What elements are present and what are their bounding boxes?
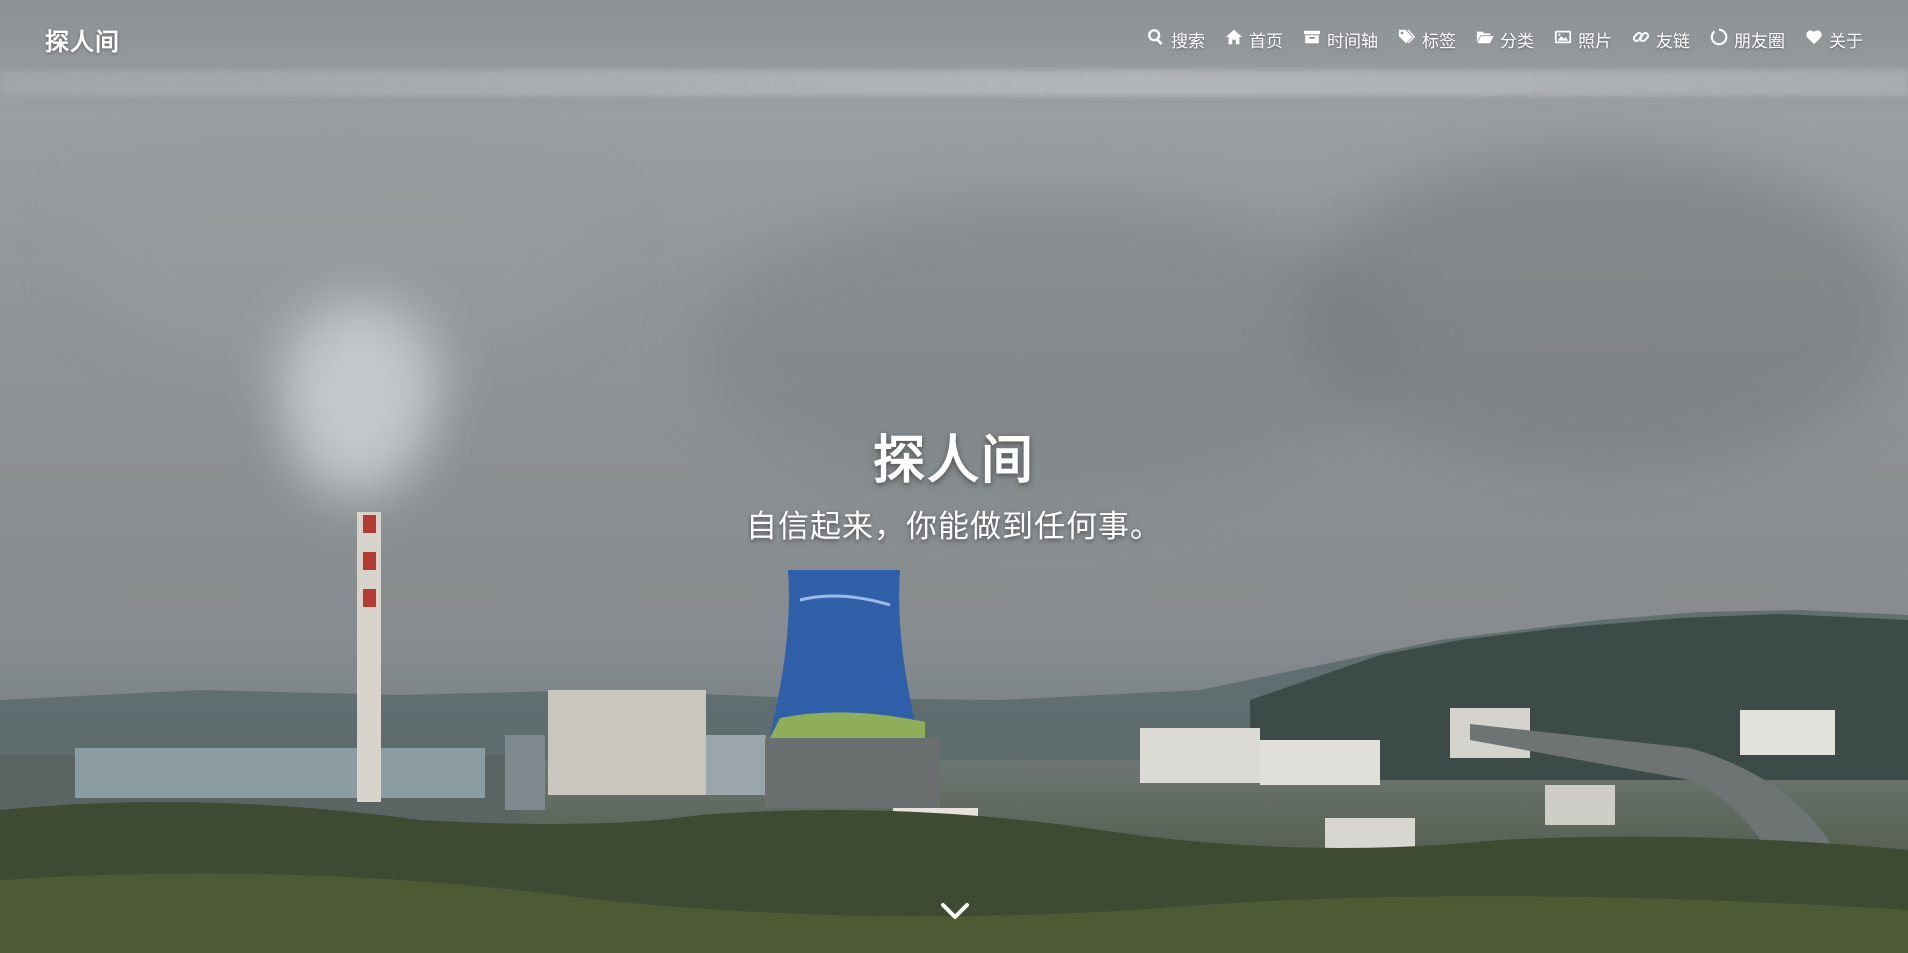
nav-item-tags[interactable]: 标签 xyxy=(1398,27,1456,52)
nav-item-search[interactable]: 搜索 xyxy=(1147,27,1205,52)
nav-item-label: 照片 xyxy=(1578,31,1612,52)
nav-item-label: 首页 xyxy=(1249,31,1283,52)
nav-item-home[interactable]: 首页 xyxy=(1225,27,1283,52)
archive-icon xyxy=(1303,28,1321,51)
chevron-down-icon xyxy=(940,903,970,928)
nav-item-about[interactable]: 关于 xyxy=(1805,27,1863,52)
hero-title: 探人间 xyxy=(872,430,1035,491)
heart-icon xyxy=(1805,28,1823,51)
circle-notch-icon xyxy=(1710,28,1728,51)
folder-open-icon xyxy=(1476,28,1494,51)
nav-item-label: 时间轴 xyxy=(1327,31,1378,52)
image-icon xyxy=(1554,28,1572,51)
scroll-down-button[interactable] xyxy=(940,900,970,924)
nav-item-label: 友链 xyxy=(1656,31,1690,52)
hero-subtitle: 自信起来，你能做到任何事。 xyxy=(746,509,1162,545)
link-icon xyxy=(1632,28,1650,51)
nav-item-label: 搜索 xyxy=(1171,31,1205,52)
hero: 探人间 自信起来，你能做到任何事。 xyxy=(0,418,1908,546)
navbar: 探人间 搜索 首页 时间轴 标签 分类 照片 友链 朋友圈 关于 xyxy=(0,0,1908,78)
nav-item-label: 分类 xyxy=(1500,31,1534,52)
search-icon xyxy=(1147,28,1165,51)
nav-item-label: 标签 xyxy=(1422,31,1456,52)
nav-item-links[interactable]: 友链 xyxy=(1632,27,1690,52)
site-brand[interactable]: 探人间 xyxy=(45,22,120,57)
tags-icon xyxy=(1398,28,1416,51)
home-icon xyxy=(1225,28,1243,51)
nav-item-label: 朋友圈 xyxy=(1734,31,1785,52)
nav-item-categories[interactable]: 分类 xyxy=(1476,27,1534,52)
nav-menu: 搜索 首页 时间轴 标签 分类 照片 友链 朋友圈 关于 xyxy=(1147,27,1863,52)
nav-item-label: 关于 xyxy=(1829,31,1863,52)
nav-item-photos[interactable]: 照片 xyxy=(1554,27,1612,52)
nav-item-timeline[interactable]: 时间轴 xyxy=(1303,27,1378,52)
nav-item-moments[interactable]: 朋友圈 xyxy=(1710,27,1785,52)
